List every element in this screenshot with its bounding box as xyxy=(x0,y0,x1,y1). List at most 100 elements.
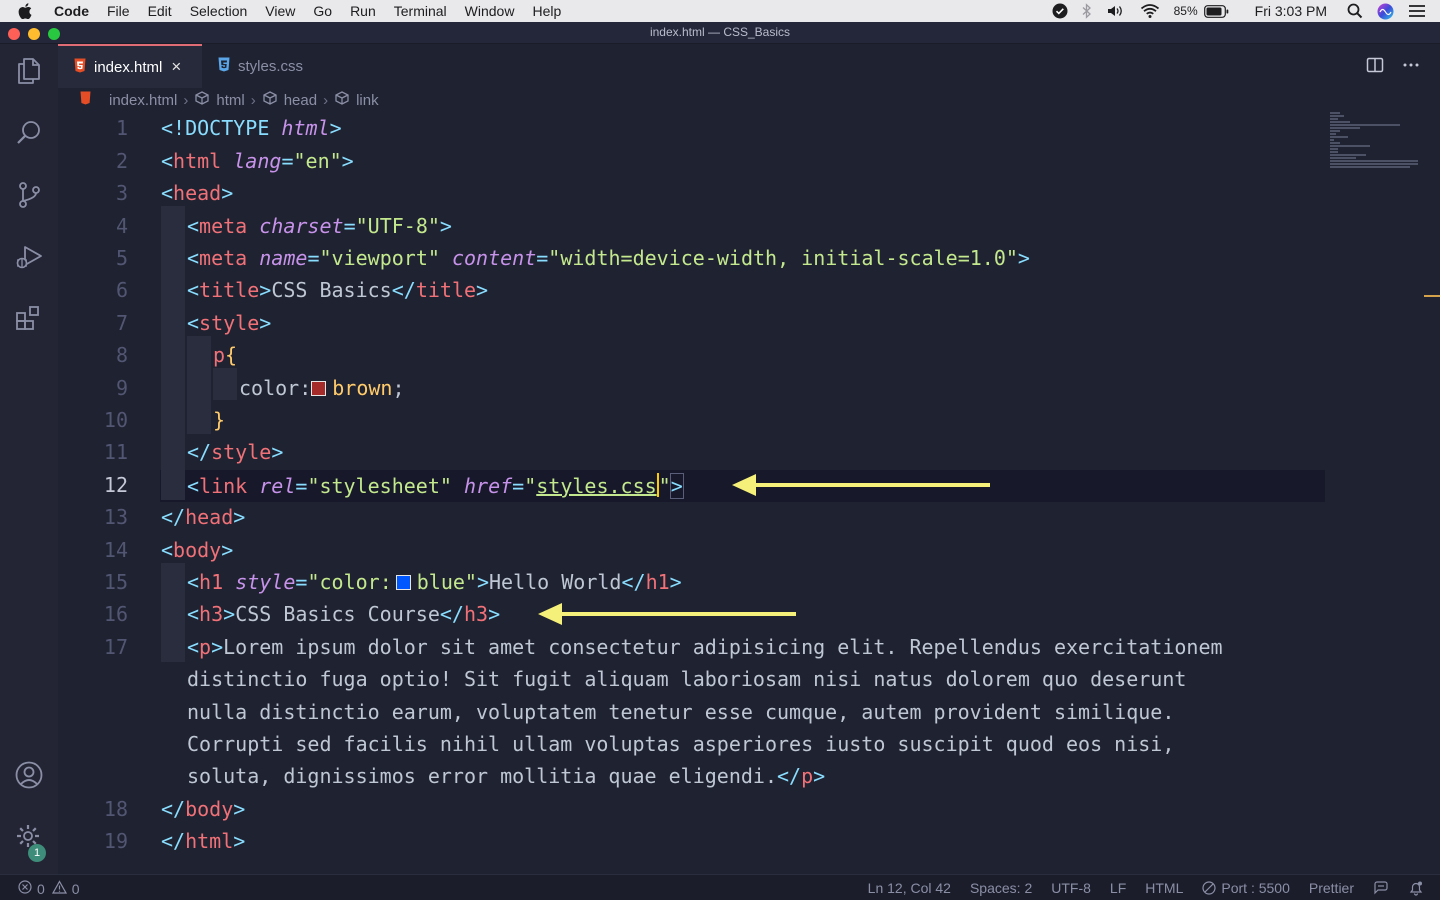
token: { xyxy=(225,343,238,367)
control-center-icon[interactable] xyxy=(1408,4,1426,18)
problems-indicator[interactable]: 0 0 xyxy=(18,880,80,897)
activity-bar: 1 xyxy=(0,44,58,874)
menu-go[interactable]: Go xyxy=(313,0,332,22)
encoding[interactable]: UTF-8 xyxy=(1051,880,1091,896)
warning-icon xyxy=(51,880,67,897)
code-line-9: color: brown; xyxy=(239,376,405,400)
bluetooth-icon[interactable] xyxy=(1082,3,1092,19)
wifi-icon[interactable] xyxy=(1140,3,1160,19)
code-line-17-wrap: distinctio fuga optio! Sit fugit aliquam… xyxy=(187,667,1186,691)
token: < xyxy=(187,278,200,302)
element-cube-icon xyxy=(194,91,216,109)
token: > xyxy=(233,829,246,853)
status-check-icon[interactable] xyxy=(1052,3,1068,19)
menu-file[interactable]: File xyxy=(107,0,130,22)
line-number: 9 xyxy=(115,376,128,400)
token: "en" xyxy=(293,149,342,173)
menu-window[interactable]: Window xyxy=(465,0,515,22)
color-swatch-brown[interactable] xyxy=(311,381,327,396)
token: nulla distinctio earum, voluptatem tenet… xyxy=(187,700,1175,724)
code-line-17-wrap: nulla distinctio earum, voluptatem tenet… xyxy=(187,700,1174,724)
menu-app-name[interactable]: Code xyxy=(54,0,89,22)
menu-edit[interactable]: Edit xyxy=(148,0,172,22)
siri-icon[interactable] xyxy=(1377,3,1394,20)
spotlight-search-icon[interactable] xyxy=(1347,3,1363,19)
extensions-icon xyxy=(14,304,44,339)
split-editor-icon[interactable] xyxy=(1366,56,1384,79)
breadcrumb-head[interactable]: head xyxy=(262,91,317,109)
token: rel xyxy=(259,474,296,498)
token: "stylesheet" xyxy=(307,474,452,498)
breadcrumb-label: html xyxy=(216,91,245,109)
battery-percent[interactable]: 85% xyxy=(1174,4,1198,18)
menu-run[interactable]: Run xyxy=(350,0,376,22)
token: " xyxy=(658,474,671,498)
menubar-clock[interactable]: Fri 3:03 PM xyxy=(1255,3,1327,19)
annotation-arrow xyxy=(538,603,796,625)
menu-help[interactable]: Help xyxy=(532,0,561,22)
tab-toolbar xyxy=(1348,56,1420,79)
token: < xyxy=(187,246,200,270)
search-button[interactable] xyxy=(0,110,58,160)
token: html xyxy=(185,829,234,853)
token: > xyxy=(669,473,684,499)
volume-icon[interactable] xyxy=(1106,3,1126,19)
breadcrumb-file[interactable]: index.html xyxy=(80,91,177,109)
token: h1 xyxy=(645,570,670,594)
token: body xyxy=(173,538,222,562)
explorer-button[interactable] xyxy=(0,48,58,98)
link-href-value[interactable]: styles.css xyxy=(536,474,656,498)
code-editor[interactable]: 1 2 3 4 5 6 7 8 9 10 11 12 13 14 15 16 1… xyxy=(58,112,1440,874)
token: > xyxy=(488,602,501,626)
language-mode[interactable]: HTML xyxy=(1145,880,1183,896)
token: = xyxy=(281,149,294,173)
breadcrumb-separator-icon: › xyxy=(250,91,256,109)
token: </ xyxy=(187,440,212,464)
menu-selection[interactable]: Selection xyxy=(190,0,248,22)
tab-styles-css[interactable]: styles.css xyxy=(202,44,332,88)
token: meta xyxy=(199,246,248,270)
line-number: 14 xyxy=(103,538,128,562)
token: > xyxy=(259,311,272,335)
prettier-formatter[interactable]: Prettier xyxy=(1309,880,1354,896)
token: style xyxy=(211,440,272,464)
overview-ruler-marker xyxy=(1424,295,1440,297)
tab-index-html[interactable]: index.html × xyxy=(58,44,202,88)
more-actions-icon[interactable] xyxy=(1402,56,1420,79)
breadcrumb-html[interactable]: html xyxy=(194,91,245,109)
editor-tab-bar: index.html × styles.css xyxy=(58,44,1440,88)
manage-button[interactable]: 1 xyxy=(0,814,58,864)
annotation-arrow xyxy=(732,474,990,496)
run-debug-button[interactable] xyxy=(0,234,58,284)
accounts-button[interactable] xyxy=(0,752,58,802)
code-line-11: </style> xyxy=(187,440,283,464)
live-server-port[interactable]: Port : 5500 xyxy=(1202,880,1290,896)
indent-guide xyxy=(161,206,185,500)
color-swatch-blue[interactable] xyxy=(395,575,411,590)
breadcrumb-link[interactable]: link xyxy=(334,91,379,109)
tab-label: styles.css xyxy=(238,57,304,75)
token: </ xyxy=(161,797,186,821)
indent-guide xyxy=(187,336,211,434)
menu-view[interactable]: View xyxy=(265,0,295,22)
code-line-16: <h3>CSS Basics Course</h3> xyxy=(187,602,500,626)
notifications-bell-icon[interactable] xyxy=(1408,880,1424,896)
indentation[interactable]: Spaces: 2 xyxy=(970,880,1032,896)
token: </ xyxy=(161,505,186,529)
battery-icon[interactable] xyxy=(1203,4,1229,18)
code-line-13: </head> xyxy=(161,505,245,529)
code-line-18: </body> xyxy=(161,797,245,821)
code-line-15: <h1 style="color: blue">Hello World</h1> xyxy=(187,570,682,594)
tab-close-icon[interactable]: × xyxy=(171,57,181,77)
line-number: 8 xyxy=(115,343,128,367)
token: h3 xyxy=(463,602,489,626)
extensions-button[interactable] xyxy=(0,296,58,346)
minimap[interactable] xyxy=(1330,112,1430,172)
cursor-position[interactable]: Ln 12, Col 42 xyxy=(868,880,951,896)
menu-terminal[interactable]: Terminal xyxy=(394,0,447,22)
token: Corrupti sed facilis nihil ullam volupta… xyxy=(187,732,1175,756)
source-control-button[interactable] xyxy=(0,172,58,222)
apple-icon[interactable] xyxy=(18,0,38,22)
feedback-icon[interactable] xyxy=(1373,880,1389,896)
end-of-line[interactable]: LF xyxy=(1110,880,1126,896)
